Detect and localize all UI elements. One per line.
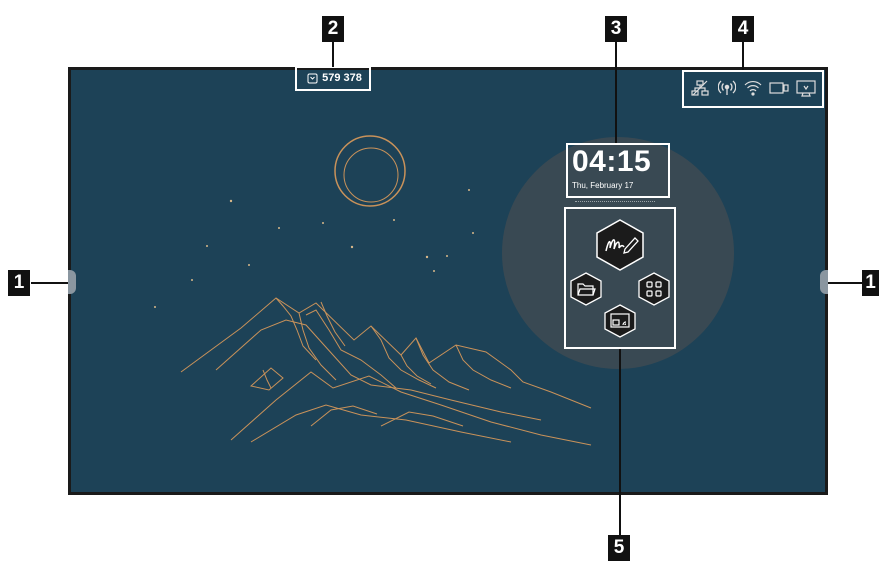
leader-1-right <box>828 282 862 284</box>
highlight-apps <box>564 207 676 349</box>
leader-4 <box>742 42 744 70</box>
left-sidebar-handle[interactable] <box>68 270 76 294</box>
highlight-clock <box>566 143 670 198</box>
highlight-screen-code <box>295 66 371 91</box>
callout-1-right: 1 <box>862 270 879 296</box>
leader-5 <box>619 349 621 535</box>
highlight-status-bar <box>682 70 824 108</box>
right-sidebar-handle[interactable] <box>820 270 828 294</box>
leader-3 <box>615 42 617 143</box>
leader-1-left <box>31 282 68 284</box>
callout-3: 3 <box>605 16 627 42</box>
callout-5: 5 <box>608 535 630 561</box>
callout-4: 4 <box>732 16 754 42</box>
divider <box>575 201 655 204</box>
callout-1-left: 1 <box>8 270 30 296</box>
callout-2: 2 <box>322 16 344 42</box>
leader-2 <box>332 42 334 67</box>
